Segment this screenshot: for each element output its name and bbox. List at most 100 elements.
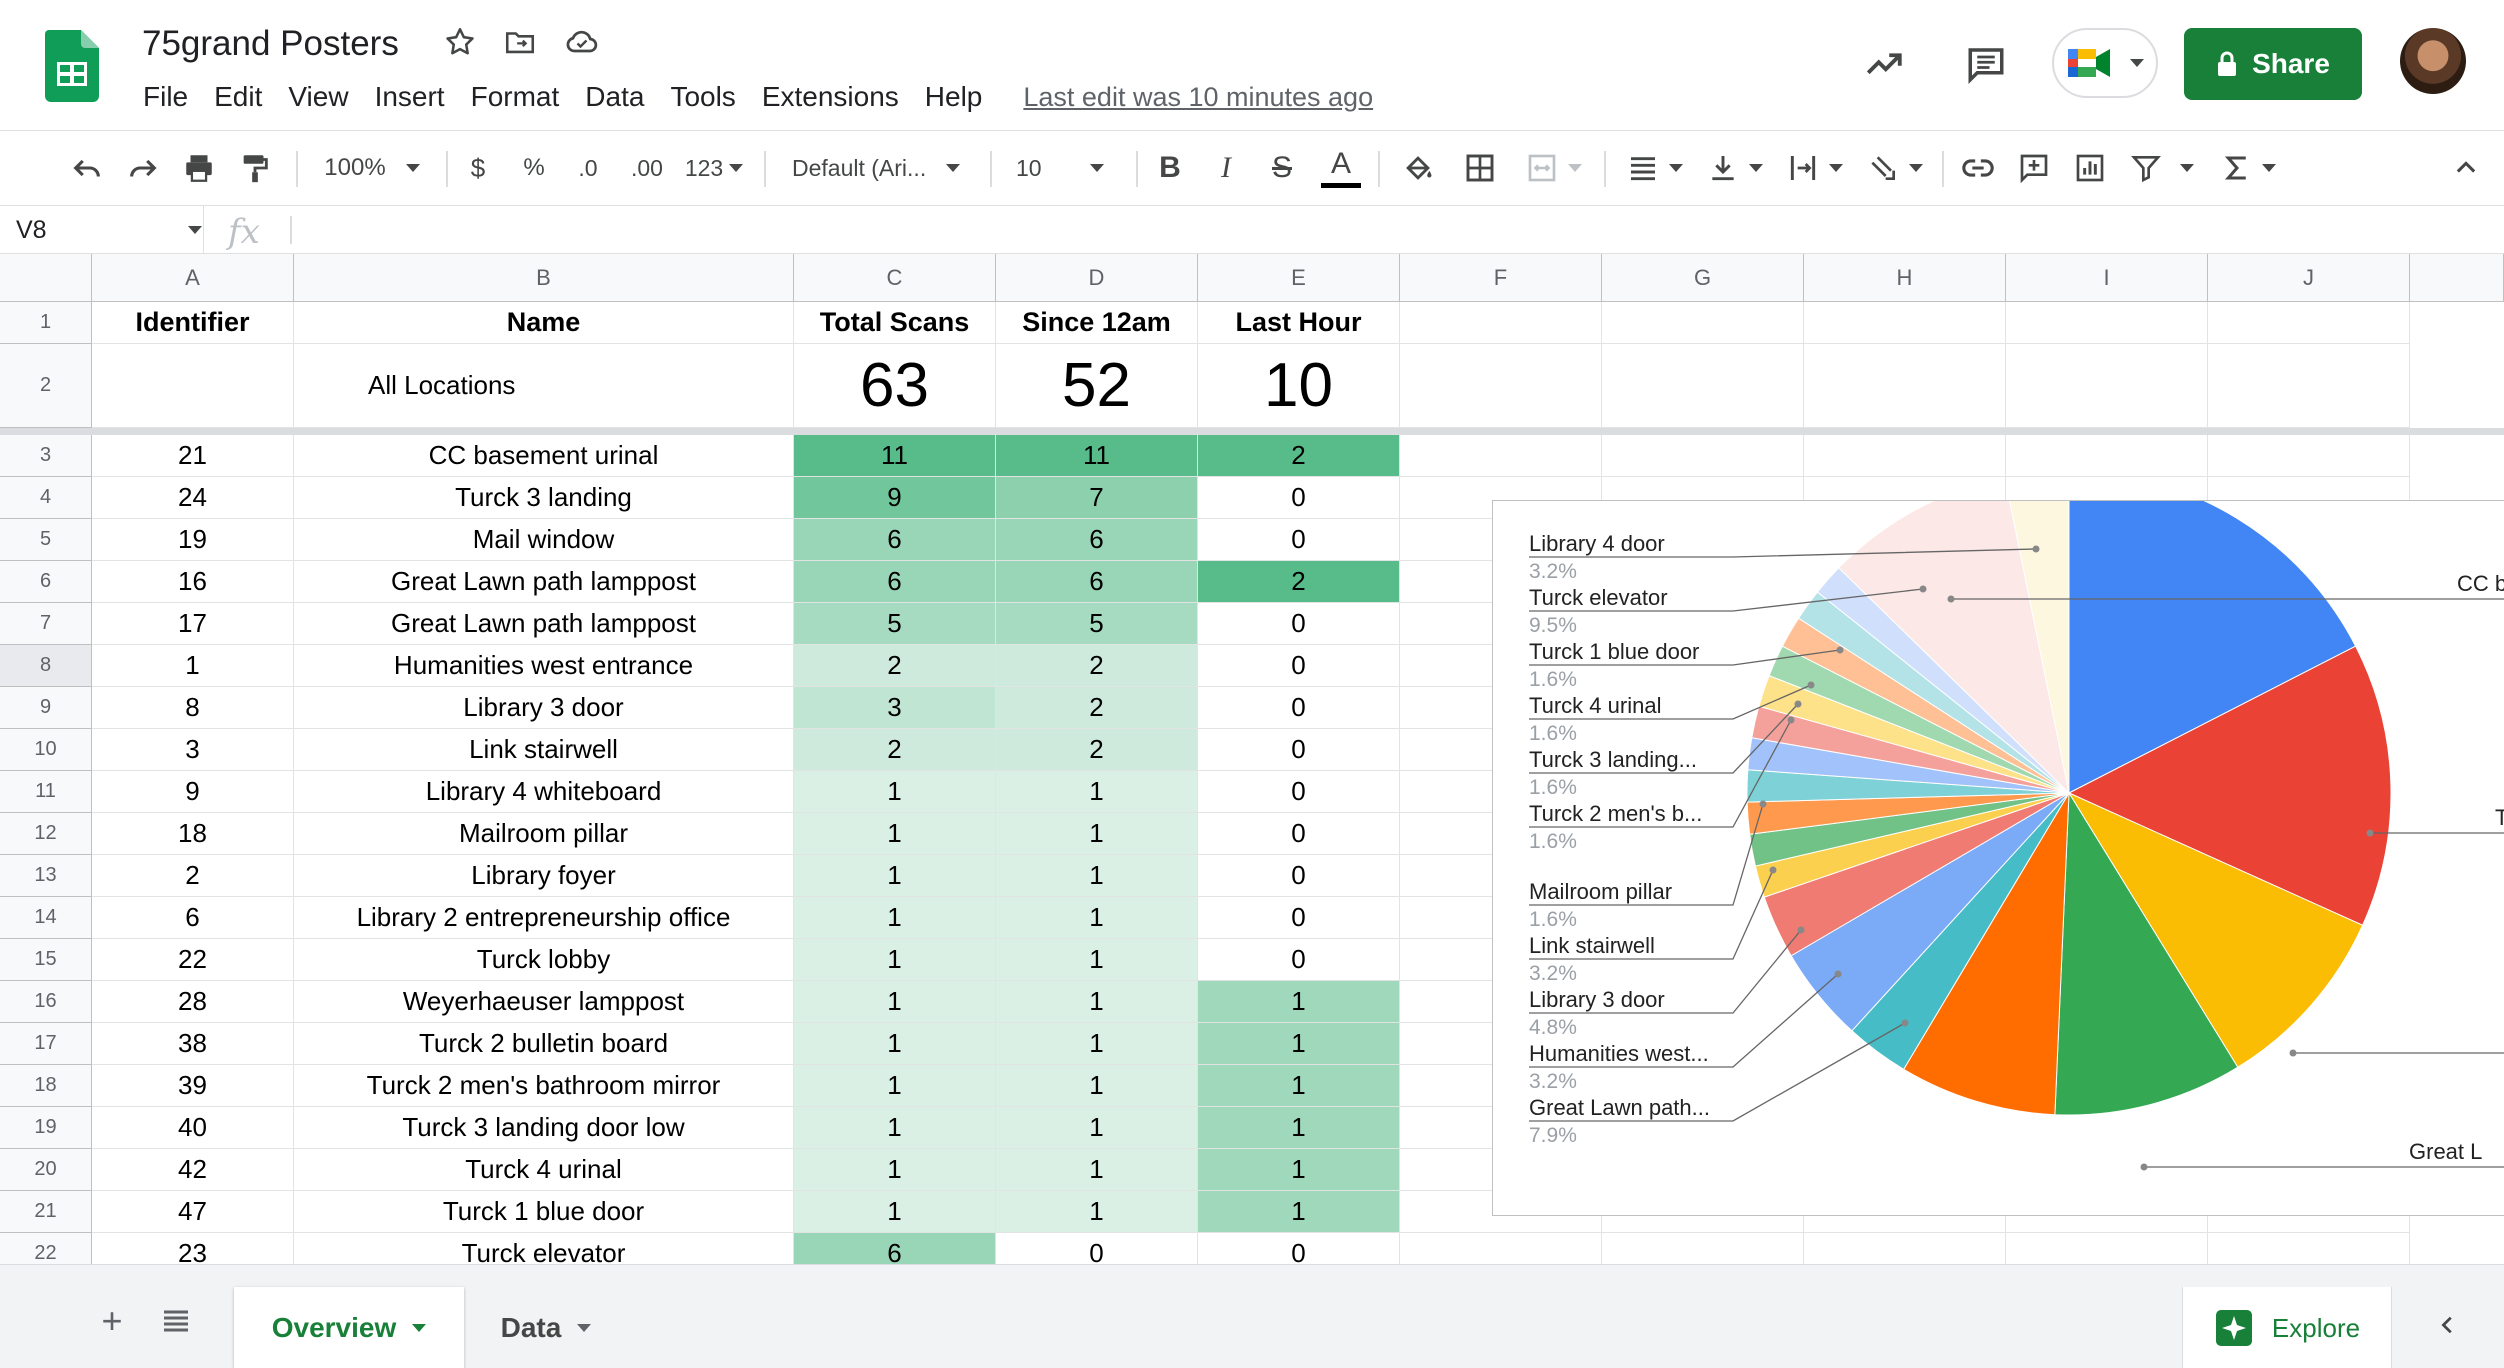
name-cell[interactable]: Turck 4 urinal <box>294 1149 794 1191</box>
row-header-1[interactable]: 1 <box>0 302 92 344</box>
empty-cell[interactable] <box>2208 344 2410 428</box>
name-cell[interactable]: Great Lawn path lamppost <box>294 603 794 645</box>
name-cell[interactable]: Weyerhaeuser lamppost <box>294 981 794 1023</box>
identifier-cell[interactable]: 6 <box>92 897 294 939</box>
identifier-cell[interactable]: 19 <box>92 519 294 561</box>
name-cell[interactable]: Turck lobby <box>294 939 794 981</box>
identifier-cell[interactable]: 17 <box>92 603 294 645</box>
total-scans-cell[interactable]: 1 <box>794 1191 996 1233</box>
row-header-11[interactable]: 11 <box>0 771 92 813</box>
row-header-13[interactable]: 13 <box>0 855 92 897</box>
since-12am-cell[interactable]: 1 <box>996 1065 1198 1107</box>
empty-cell[interactable] <box>1400 1233 1602 1264</box>
percent-format-button[interactable]: % <box>514 145 554 191</box>
account-avatar[interactable] <box>2400 28 2466 94</box>
since-12am-cell[interactable]: 7 <box>996 477 1198 519</box>
empty-cell[interactable] <box>2006 344 2208 428</box>
empty-cell[interactable] <box>2006 302 2208 344</box>
row-header-12[interactable]: 12 <box>0 813 92 855</box>
menu-insert[interactable]: Insert <box>362 77 458 117</box>
move-folder-icon[interactable] <box>500 22 540 62</box>
identifier-cell[interactable]: 23 <box>92 1233 294 1264</box>
empty-cell[interactable] <box>2006 435 2208 477</box>
name-cell[interactable]: Library 2 entrepreneurship office <box>294 897 794 939</box>
total-scans-cell[interactable]: 9 <box>794 477 996 519</box>
identifier-cell[interactable]: 39 <box>92 1065 294 1107</box>
menu-edit[interactable]: Edit <box>201 77 275 117</box>
summary-last-hour-cell[interactable]: 10 <box>1198 344 1400 428</box>
empty-cell[interactable] <box>1400 435 1602 477</box>
all-sheets-icon[interactable] <box>156 1301 196 1341</box>
last-hour-cell[interactable]: 1 <box>1198 1107 1400 1149</box>
pie-chart[interactable]: Library 4 door 3.2% Turck elevator 9.5% Turc… <box>1492 500 2504 1216</box>
empty-cell[interactable] <box>2208 1233 2410 1264</box>
empty-cell[interactable] <box>1602 435 1804 477</box>
name-cell[interactable]: Great Lawn path lamppost <box>294 561 794 603</box>
column-header-e[interactable]: E <box>1198 254 1400 302</box>
total-scans-cell[interactable]: 1 <box>794 813 996 855</box>
identifier-cell[interactable]: 18 <box>92 813 294 855</box>
last-hour-cell[interactable]: 1 <box>1198 1023 1400 1065</box>
redo-icon[interactable] <box>120 145 166 191</box>
explore-button[interactable]: Explore <box>2182 1287 2392 1368</box>
name-cell[interactable]: Mailroom pillar <box>294 813 794 855</box>
total-scans-cell[interactable]: 2 <box>794 729 996 771</box>
name-cell[interactable]: Library 3 door <box>294 687 794 729</box>
insert-link-icon[interactable] <box>1956 145 2000 191</box>
column-header-d[interactable]: D <box>996 254 1198 302</box>
formula-input[interactable] <box>304 206 2484 254</box>
last-hour-cell[interactable]: 2 <box>1198 435 1400 477</box>
last-hour-cell[interactable]: 1 <box>1198 1191 1400 1233</box>
row-header-10[interactable]: 10 <box>0 729 92 771</box>
empty-cell[interactable] <box>1602 1233 1804 1264</box>
empty-cell[interactable] <box>1804 302 2006 344</box>
since-12am-cell[interactable]: 0 <box>996 1233 1198 1264</box>
total-scans-cell[interactable]: 1 <box>794 855 996 897</box>
row-header-2[interactable]: 2 <box>0 344 92 428</box>
summary-since-cell[interactable]: 52 <box>996 344 1198 428</box>
since-12am-cell[interactable]: 1 <box>996 855 1198 897</box>
row-header-7[interactable]: 7 <box>0 603 92 645</box>
add-sheet-icon[interactable]: + <box>92 1300 132 1341</box>
last-hour-cell[interactable]: 0 <box>1198 897 1400 939</box>
last-hour-cell[interactable]: 0 <box>1198 729 1400 771</box>
empty-cell[interactable] <box>92 344 294 428</box>
total-scans-cell[interactable]: 11 <box>794 435 996 477</box>
last-hour-cell[interactable]: 2 <box>1198 561 1400 603</box>
vertical-align-icon[interactable] <box>1700 145 1770 191</box>
identifier-cell[interactable]: 3 <box>92 729 294 771</box>
decrease-decimal-button[interactable]: .0 <box>566 145 610 191</box>
empty-cell[interactable] <box>2006 1233 2208 1264</box>
row-header-3[interactable]: 3 <box>0 435 92 477</box>
functions-icon[interactable] <box>2214 145 2284 191</box>
column-header-b[interactable]: B <box>294 254 794 302</box>
identifier-cell[interactable]: 42 <box>92 1149 294 1191</box>
insert-chart-icon[interactable] <box>2068 145 2112 191</box>
column-title-cell[interactable]: Name <box>294 302 794 344</box>
empty-cell[interactable] <box>2208 302 2410 344</box>
empty-cell[interactable] <box>1400 344 1602 428</box>
last-hour-cell[interactable]: 0 <box>1198 939 1400 981</box>
name-cell[interactable]: Turck 1 blue door <box>294 1191 794 1233</box>
insert-comment-icon[interactable] <box>2012 145 2056 191</box>
name-box[interactable]: V8 <box>0 206 204 254</box>
empty-cell[interactable] <box>1804 344 2006 428</box>
total-scans-cell[interactable]: 1 <box>794 939 996 981</box>
row-header-22[interactable]: 22 <box>0 1233 92 1264</box>
menu-data[interactable]: Data <box>572 77 657 117</box>
empty-cell[interactable] <box>1804 1233 2006 1264</box>
collapse-toolbar-icon[interactable] <box>2446 145 2486 191</box>
since-12am-cell[interactable]: 6 <box>996 561 1198 603</box>
total-scans-cell[interactable]: 2 <box>794 645 996 687</box>
name-cell[interactable]: Link stairwell <box>294 729 794 771</box>
total-scans-cell[interactable]: 1 <box>794 1107 996 1149</box>
text-wrap-icon[interactable] <box>1780 145 1850 191</box>
sheet-tab-caret-icon[interactable] <box>412 1324 427 1332</box>
last-hour-cell[interactable]: 0 <box>1198 813 1400 855</box>
total-scans-cell[interactable]: 1 <box>794 981 996 1023</box>
last-hour-cell[interactable]: 0 <box>1198 1233 1400 1264</box>
since-12am-cell[interactable]: 1 <box>996 1191 1198 1233</box>
last-hour-cell[interactable]: 0 <box>1198 687 1400 729</box>
total-scans-cell[interactable]: 6 <box>794 1233 996 1264</box>
text-rotation-icon[interactable] <box>1860 145 1930 191</box>
